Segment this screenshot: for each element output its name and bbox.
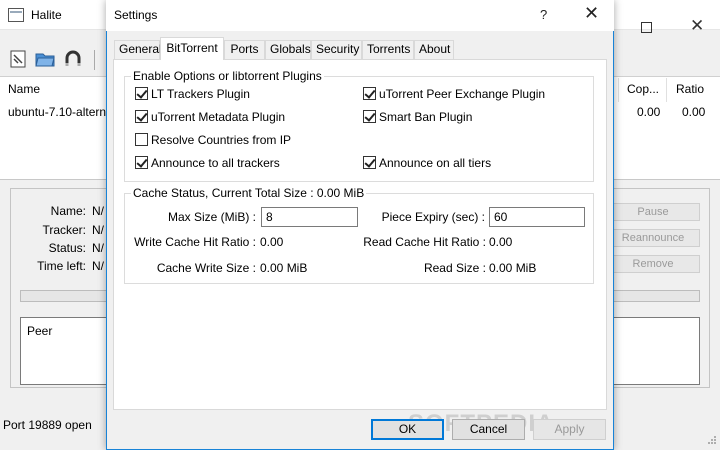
tab-torrents[interactable]: Torrents [362, 40, 414, 59]
peer-column-header[interactable]: Peer [27, 324, 52, 338]
read-cache-hit-label: Read Cache Hit Ratio : [363, 235, 486, 249]
max-size-input[interactable] [261, 207, 358, 227]
smart-ban-label: Smart Ban Plugin [379, 110, 473, 124]
tab-general[interactable]: General [114, 40, 162, 59]
column-header-name[interactable]: Name [8, 82, 40, 96]
main-window-title: Halite [31, 8, 62, 22]
tab-bittorrent[interactable]: BitTorrent [160, 37, 224, 60]
toolbar-separator [94, 50, 95, 70]
tab-about[interactable]: About [414, 40, 454, 59]
read-cache-hit-value: 0.00 [489, 235, 513, 249]
ok-button[interactable]: OK [371, 419, 444, 440]
torrent-row-copies: 0.00 [637, 105, 661, 119]
cancel-button[interactable]: Cancel [452, 419, 525, 440]
write-cache-hit-value: 0.00 [260, 235, 284, 249]
close-icon[interactable]: ✕ [690, 16, 704, 36]
resolve-countries-label: Resolve Countries from IP [151, 133, 292, 147]
detail-label-status: Status: [48, 241, 86, 255]
help-icon[interactable]: ? [540, 7, 547, 22]
utorrent-metadata-checkbox[interactable] [135, 110, 148, 123]
lt-trackers-checkbox[interactable] [135, 87, 148, 100]
read-size-value: 0.00 MiB [489, 261, 537, 275]
column-separator [618, 78, 619, 102]
open-torrent-icon[interactable] [8, 49, 28, 69]
plugins-group-title: Enable Options or libtorrent Plugins [131, 69, 324, 83]
detail-value-name: N/ [92, 204, 104, 218]
utorrent-pex-checkbox[interactable] [363, 87, 376, 100]
maximize-icon[interactable] [641, 22, 652, 33]
cache-write-size-label: Cache Write Size : [156, 261, 256, 275]
dialog-title: Settings [114, 8, 158, 22]
write-cache-hit-label: Write Cache Hit Ratio : [134, 235, 256, 249]
reannounce-button[interactable]: Reannounce [606, 229, 700, 247]
tab-ports[interactable]: Ports [224, 40, 265, 59]
utorrent-metadata-label: uTorrent Metadata Plugin [151, 110, 286, 124]
smart-ban-checkbox[interactable] [363, 110, 376, 123]
detail-value-status: N/ [92, 241, 104, 255]
dialog-close-icon[interactable]: ✕ [584, 3, 599, 24]
detail-label-tracker: Tracker: [42, 223, 86, 237]
announce-all-trackers-checkbox[interactable] [135, 156, 148, 169]
torrent-row-name[interactable]: ubuntu-7.10-altern [8, 105, 106, 119]
cache-group-title: Cache Status, Current Total Size : 0.00 … [131, 186, 367, 200]
remove-button[interactable]: Remove [606, 255, 700, 273]
resize-grip-icon[interactable] [707, 435, 717, 445]
detail-value-time-left: N/ [92, 259, 104, 273]
detail-label-name: Name: [50, 204, 86, 218]
max-size-label: Max Size (MiB) : [167, 210, 256, 224]
status-text: Port 19889 open [3, 418, 92, 432]
utorrent-pex-label: uTorrent Peer Exchange Plugin [379, 87, 546, 101]
halite-app-icon [8, 8, 24, 22]
announce-all-tiers-checkbox[interactable] [363, 156, 376, 169]
tab-globals[interactable]: Globals [265, 40, 311, 59]
folder-icon[interactable] [35, 49, 55, 69]
announce-all-tiers-label: Announce on all tiers [379, 156, 492, 170]
resolve-countries-checkbox[interactable] [135, 133, 148, 146]
detail-label-time-left: Time left: [37, 259, 86, 273]
apply-button[interactable]: Apply [533, 419, 606, 440]
pause-button[interactable]: Pause [606, 203, 700, 221]
read-size-label: Read Size : [423, 261, 486, 275]
torrent-row-ratio: 0.00 [682, 105, 706, 119]
column-separator [666, 78, 667, 102]
piece-expiry-label: Piece Expiry (sec) : [381, 210, 485, 224]
dialog-titlebar [106, 0, 614, 31]
announce-all-trackers-label: Announce to all trackers [151, 156, 280, 170]
column-header-copies[interactable]: Cop... [627, 82, 659, 96]
tab-security[interactable]: Security [311, 40, 362, 59]
column-header-ratio[interactable]: Ratio [676, 82, 704, 96]
magnet-icon[interactable] [63, 49, 83, 69]
lt-trackers-label: LT Trackers Plugin [151, 87, 250, 101]
cache-write-size-value: 0.00 MiB [260, 261, 308, 275]
piece-expiry-input[interactable] [489, 207, 585, 227]
detail-value-tracker: N/ [92, 223, 104, 237]
